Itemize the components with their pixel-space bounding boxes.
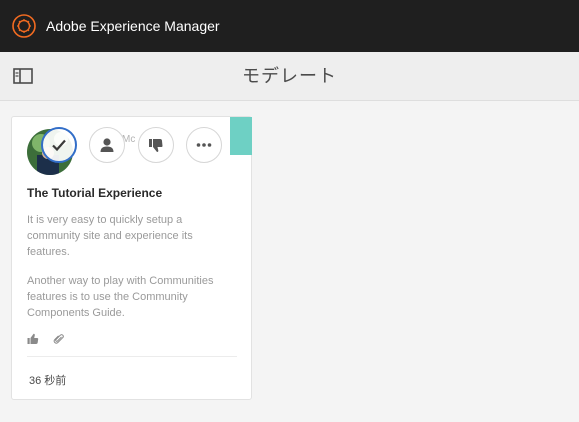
top-bar: Adobe Experience Manager — [0, 0, 579, 52]
deny-button[interactable] — [138, 127, 174, 163]
thumbs-up-icon — [27, 333, 39, 344]
timestamp: 36 秒前 — [29, 375, 67, 387]
more-icon — [196, 143, 212, 147]
moderation-card[interactable]: Mc The Tutorial Experience It is very ea… — [11, 116, 252, 400]
status-indicator — [230, 117, 252, 155]
checkmark-icon — [52, 139, 66, 152]
card-paragraph: It is very easy to quickly setup a commu… — [27, 214, 193, 258]
more-button[interactable] — [186, 127, 222, 163]
app-title[interactable]: Adobe Experience Manager — [46, 0, 220, 52]
thumbs-down-icon — [149, 139, 163, 152]
page-title: モデレート — [242, 66, 337, 86]
attachment-icon — [53, 334, 64, 344]
action-bar: モデレート — [0, 52, 579, 101]
user-icon — [100, 138, 114, 152]
divider — [27, 356, 237, 357]
card-paragraph: Another way to play with Communities fea… — [27, 275, 214, 319]
approve-button[interactable] — [41, 127, 77, 163]
card-title[interactable]: The Tutorial Experience — [27, 186, 162, 200]
aem-logo-icon[interactable] — [12, 14, 36, 38]
user-button[interactable] — [89, 127, 125, 163]
